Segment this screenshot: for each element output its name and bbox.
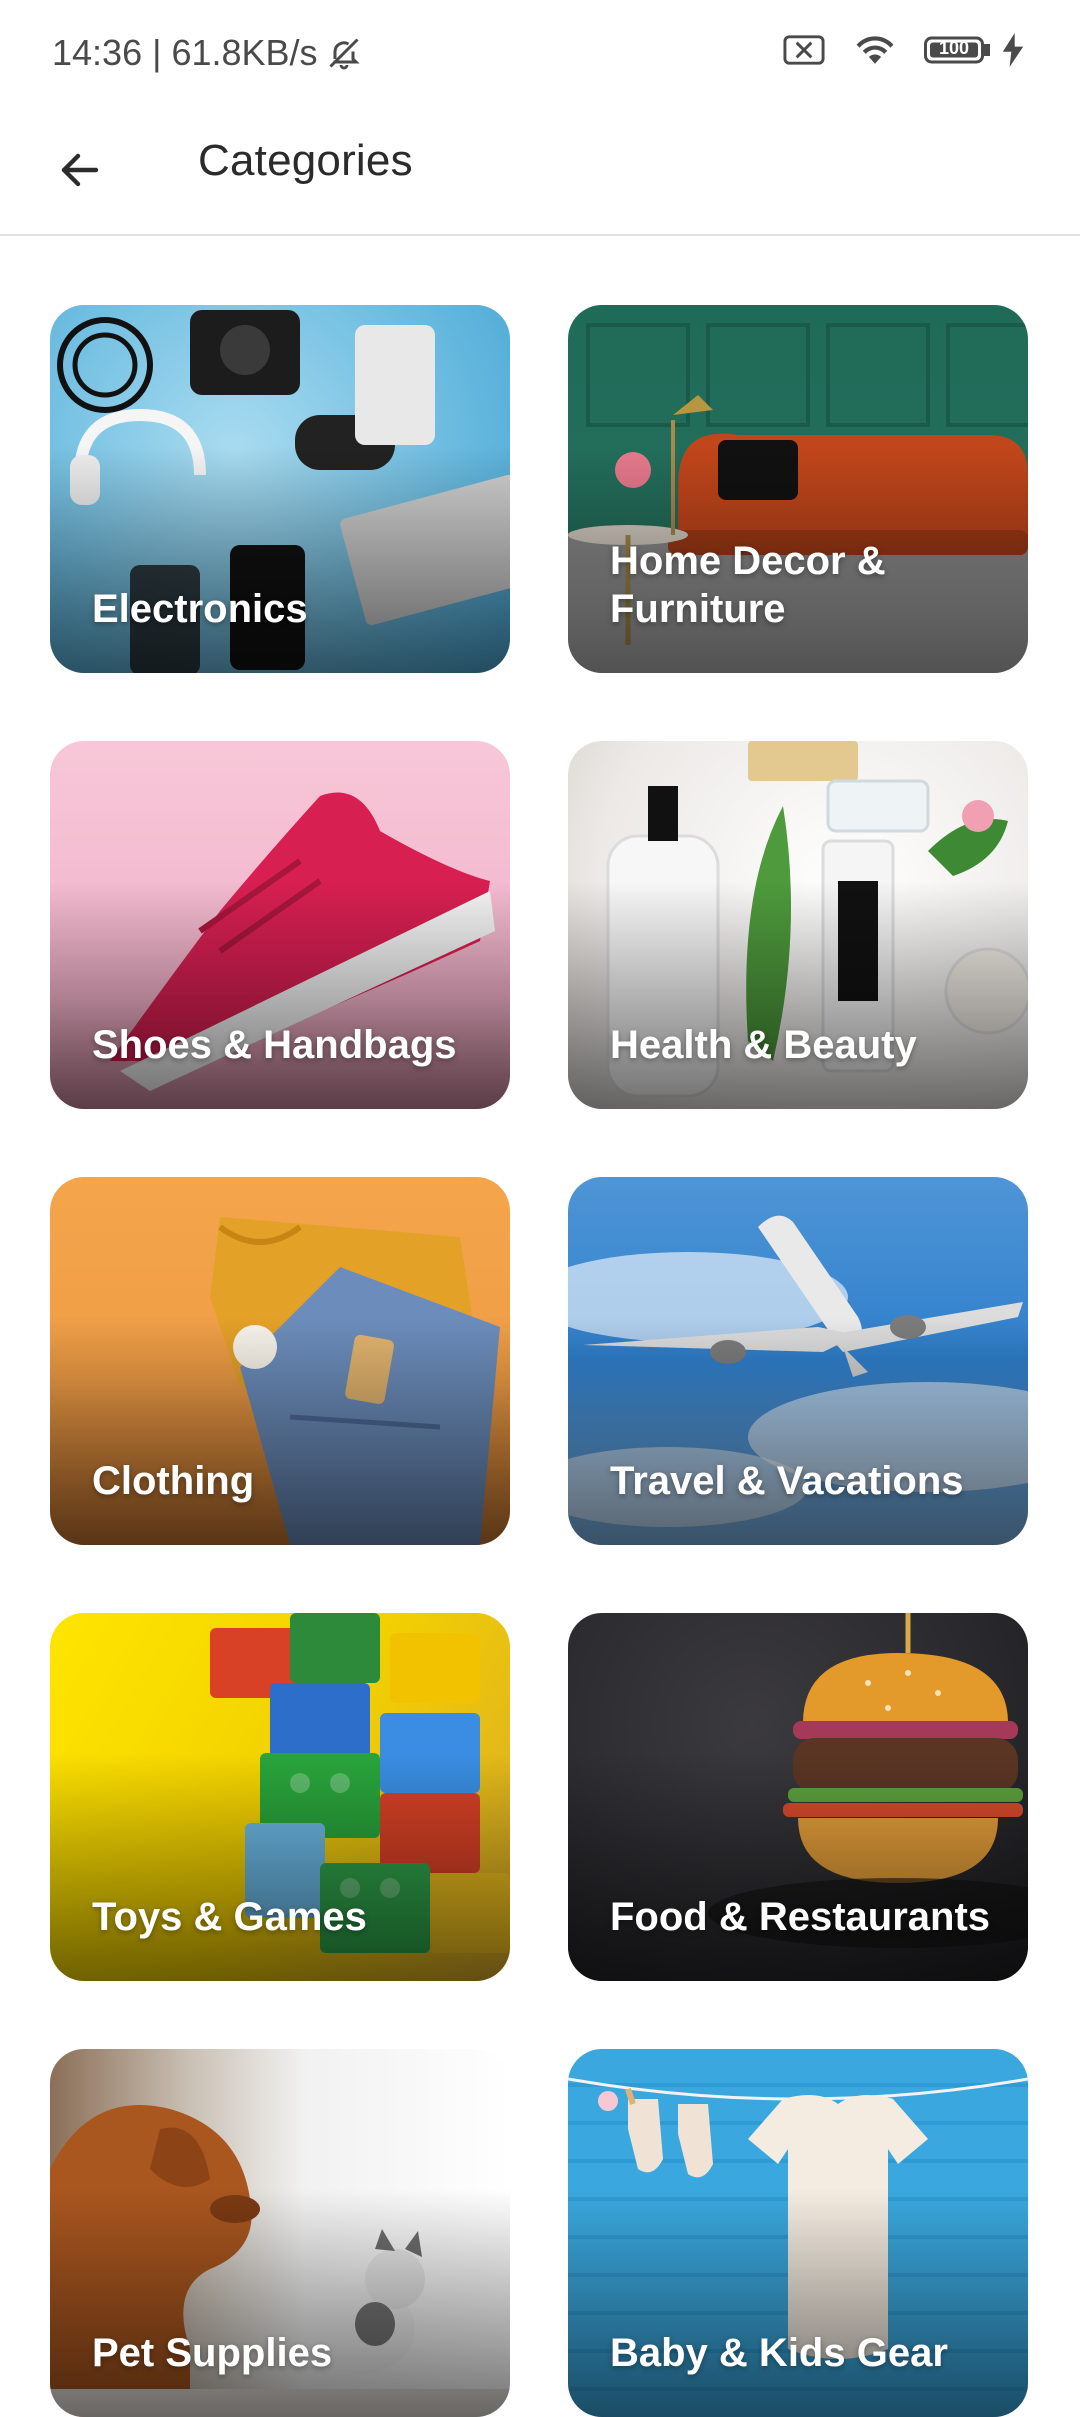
card-shade xyxy=(50,444,510,673)
app-bar: Categories xyxy=(0,110,1080,236)
category-label: Food & Restaurants xyxy=(610,1895,991,1939)
category-card-baby-kids[interactable]: Baby & Kids Gear xyxy=(568,2049,1028,2417)
status-bar: 14:36 | 61.8KB/s 100 xyxy=(0,0,1080,110)
time-speed-text: 14:36 | 61.8KB/s xyxy=(52,32,318,73)
card-shade xyxy=(50,1752,510,1981)
category-grid: Electronics Home Decor & Furniture Shoes… xyxy=(50,305,1028,2417)
charging-icon xyxy=(1002,33,1024,67)
category-card-food[interactable]: Food & Restaurants xyxy=(568,1613,1028,1981)
category-card-home-decor[interactable]: Home Decor & Furniture xyxy=(568,305,1028,673)
category-label: Clothing xyxy=(92,1459,255,1503)
page-title: Categories xyxy=(198,136,413,185)
category-card-travel[interactable]: Travel & Vacations xyxy=(568,1177,1028,1545)
back-button[interactable] xyxy=(40,130,120,210)
arrow-left-icon xyxy=(56,146,104,194)
category-label: Toys & Games xyxy=(92,1895,367,1939)
status-right: 100 xyxy=(782,32,1024,68)
card-shade xyxy=(568,2188,1028,2417)
category-card-electronics[interactable]: Electronics xyxy=(50,305,510,673)
category-card-shoes-handbags[interactable]: Shoes & Handbags xyxy=(50,741,510,1109)
category-card-health-beauty[interactable]: Health & Beauty xyxy=(568,741,1028,1109)
category-card-toys-games[interactable]: Toys & Games xyxy=(50,1613,510,1981)
sim-off-icon xyxy=(782,33,826,67)
card-shade xyxy=(568,1752,1028,1981)
category-label: Health & Beauty xyxy=(610,1023,917,1067)
category-label: Electronics xyxy=(92,587,308,631)
status-left: 14:36 | 61.8KB/s xyxy=(52,32,362,74)
category-label: Pet Supplies xyxy=(92,2331,333,2375)
card-shade xyxy=(568,1316,1028,1545)
category-label: Baby & Kids Gear xyxy=(610,2331,948,2375)
card-shade xyxy=(568,880,1028,1109)
card-shade xyxy=(50,880,510,1109)
battery-level: 100 xyxy=(938,38,970,58)
category-card-pet-supplies[interactable]: Pet Supplies xyxy=(50,2049,510,2417)
battery-icon: 100 xyxy=(924,34,990,66)
category-card-clothing[interactable]: Clothing xyxy=(50,1177,510,1545)
wifi-icon xyxy=(852,32,898,68)
category-label: Travel & Vacations xyxy=(610,1459,964,1503)
category-label: Home Decor & Furniture xyxy=(610,539,886,631)
card-shade xyxy=(50,1316,510,1545)
mute-icon xyxy=(326,35,362,71)
category-label: Shoes & Handbags xyxy=(92,1023,457,1067)
card-shade xyxy=(50,2188,510,2417)
